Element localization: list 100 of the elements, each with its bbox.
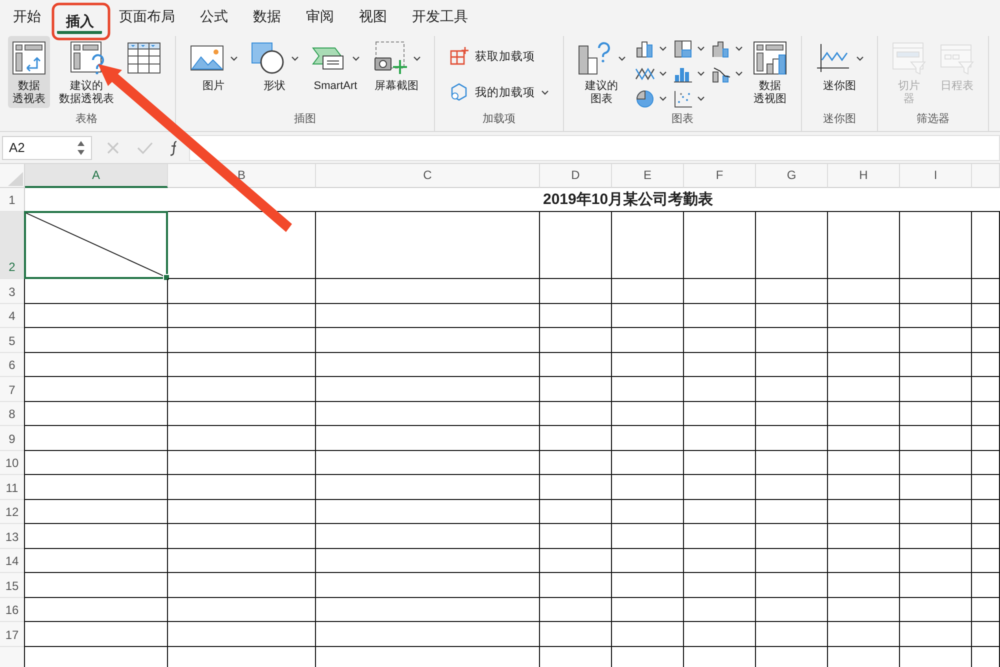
grid-cell bbox=[900, 475, 972, 500]
group-label: 筛选器 bbox=[916, 112, 950, 127]
caret-icon bbox=[413, 56, 421, 60]
row-header[interactable]: 9 bbox=[0, 426, 25, 450]
group-label: 图表 bbox=[670, 112, 694, 127]
chart-menu-button[interactable] bbox=[635, 40, 667, 58]
caret-icon bbox=[618, 56, 626, 60]
ribbon-button[interactable]: 我的加载项 bbox=[445, 80, 553, 104]
grid-cell bbox=[972, 279, 1000, 304]
chart-menu-button[interactable] bbox=[711, 40, 743, 58]
ribbon-button[interactable]: 建议的 图表 bbox=[574, 36, 629, 108]
grid-cell bbox=[684, 426, 756, 450]
grid-cell bbox=[900, 450, 972, 475]
grid-cell bbox=[756, 426, 828, 450]
column-header[interactable]: D bbox=[540, 164, 612, 188]
formula-input[interactable] bbox=[189, 134, 1000, 160]
ribbon-tab[interactable]: 开始 bbox=[4, 0, 49, 34]
ribbon-button[interactable]: 获取加载项 bbox=[445, 44, 553, 68]
grid-cell bbox=[972, 426, 1000, 450]
row-header[interactable]: 2 bbox=[0, 212, 25, 279]
row-header[interactable] bbox=[0, 646, 25, 667]
caret-icon bbox=[352, 56, 360, 60]
grid-cell bbox=[612, 304, 684, 328]
grid-cell bbox=[684, 598, 756, 622]
caret-icon bbox=[541, 90, 549, 94]
ribbon-button[interactable]: 形状 bbox=[247, 36, 302, 95]
grid-cell bbox=[900, 622, 972, 646]
grid-cell bbox=[684, 450, 756, 475]
ribbon-tab[interactable]: 开发工具 bbox=[403, 0, 476, 34]
row-header[interactable]: 3 bbox=[0, 279, 25, 304]
column-header[interactable]: B bbox=[168, 164, 316, 188]
row-header[interactable]: 7 bbox=[0, 377, 25, 402]
ribbon-tab[interactable]: 数据 bbox=[244, 0, 289, 34]
column-header[interactable]: A bbox=[25, 164, 168, 188]
ribbon-tab[interactable]: 页面布局 bbox=[110, 0, 183, 34]
ribbon-tab[interactable]: 公式 bbox=[191, 0, 236, 34]
chart-menu-button[interactable] bbox=[711, 64, 743, 82]
grid-cell bbox=[756, 573, 828, 598]
grid-cell bbox=[540, 279, 612, 304]
row-header[interactable]: 15 bbox=[0, 573, 25, 598]
grid-cell bbox=[684, 279, 756, 304]
column-header[interactable]: H bbox=[828, 164, 900, 188]
caret-icon bbox=[697, 96, 705, 101]
grid-cell bbox=[828, 402, 900, 426]
group-label: 加载项 bbox=[482, 112, 516, 127]
column-header[interactable]: F bbox=[684, 164, 756, 188]
ribbon-tab[interactable]: 审阅 bbox=[297, 0, 342, 34]
chart-menu-button[interactable] bbox=[673, 40, 705, 58]
row-header[interactable]: 12 bbox=[0, 500, 25, 524]
grid-cell bbox=[540, 450, 612, 475]
column-header[interactable]: G bbox=[756, 164, 828, 188]
grid-cell bbox=[972, 598, 1000, 622]
grid-cell bbox=[828, 548, 900, 573]
ribbon-tab[interactable]: 视图 bbox=[350, 0, 395, 34]
chart-menu-button[interactable] bbox=[673, 90, 705, 108]
grid-cell bbox=[612, 450, 684, 475]
grid-cell bbox=[540, 475, 612, 500]
row-header[interactable]: 10 bbox=[0, 450, 25, 475]
row-header[interactable]: 13 bbox=[0, 524, 25, 548]
shapes-icon bbox=[250, 40, 286, 76]
function-icon[interactable] bbox=[170, 140, 177, 156]
ribbon-button[interactable]: SmartArt bbox=[308, 36, 363, 95]
ribbon-button[interactable]: 数据 透视表 bbox=[8, 36, 50, 108]
name-box[interactable]: A2 bbox=[2, 136, 92, 160]
row-header[interactable]: 14 bbox=[0, 548, 25, 573]
grid-cell bbox=[684, 328, 756, 352]
grid-cell bbox=[900, 279, 972, 304]
grid-cell bbox=[756, 279, 828, 304]
grid-cell bbox=[612, 622, 684, 646]
grid-cell bbox=[612, 377, 684, 402]
grid-cell bbox=[540, 622, 612, 646]
row-header[interactable]: 6 bbox=[0, 352, 25, 377]
ribbon-button[interactable]: 屏幕截图 bbox=[369, 36, 424, 95]
grid-plus-icon bbox=[449, 46, 469, 66]
group-label: 插图 bbox=[293, 112, 317, 127]
row-header[interactable]: 8 bbox=[0, 402, 25, 426]
grid-cell bbox=[540, 352, 612, 377]
column-header[interactable]: I bbox=[900, 164, 972, 188]
column-header[interactable]: E bbox=[612, 164, 684, 188]
grid-cell bbox=[612, 279, 684, 304]
row-header[interactable]: 17 bbox=[0, 622, 25, 646]
ribbon-button[interactable]: 数据 透视图 bbox=[749, 36, 791, 108]
sheet-title: 2019年10月某公司考勤表 bbox=[543, 190, 714, 209]
column-header[interactable]: C bbox=[316, 164, 540, 188]
row-header[interactable]: 16 bbox=[0, 598, 25, 622]
grid-cell bbox=[756, 500, 828, 524]
grid-cell bbox=[540, 598, 612, 622]
ribbon-button[interactable]: 图片 bbox=[186, 36, 241, 95]
grid-cell bbox=[828, 573, 900, 598]
row-header[interactable]: 5 bbox=[0, 328, 25, 352]
chart-menu-button[interactable] bbox=[635, 90, 667, 108]
ribbon-button[interactable]: 迷你图 bbox=[812, 36, 867, 95]
row-header[interactable]: 1 bbox=[0, 188, 25, 212]
row-header[interactable]: 4 bbox=[0, 304, 25, 328]
row-header[interactable]: 11 bbox=[0, 475, 25, 500]
pivot-chart-icon bbox=[752, 40, 788, 76]
ribbon-button[interactable]: 建议的 数据透视表 bbox=[56, 36, 117, 108]
grid-cell bbox=[684, 304, 756, 328]
grid-cell bbox=[684, 548, 756, 573]
grid-cell bbox=[540, 426, 612, 450]
